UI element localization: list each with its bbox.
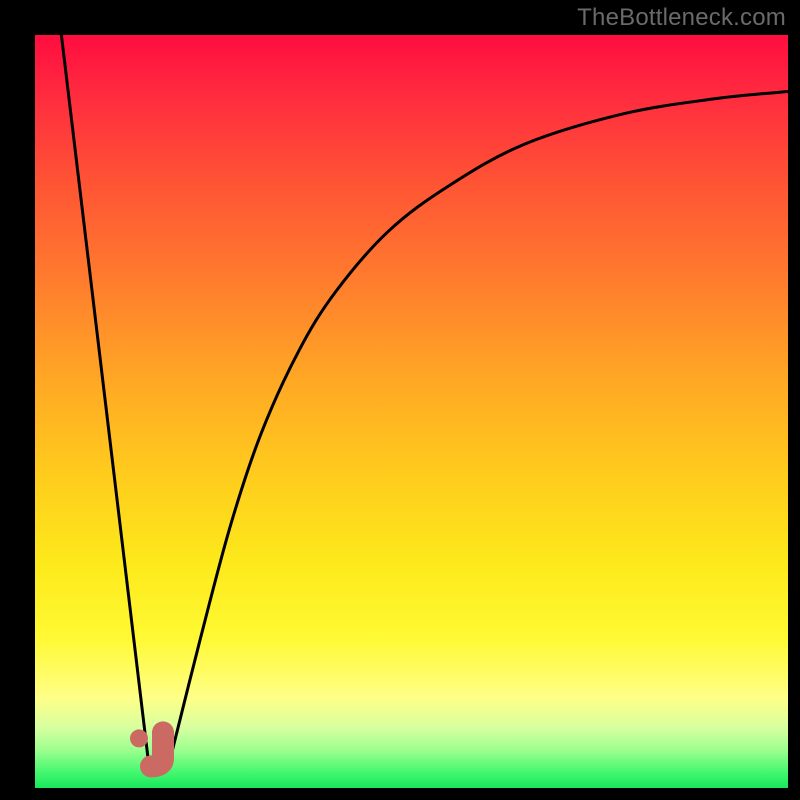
chart-svg (35, 35, 788, 788)
marker-dot-icon (130, 729, 148, 747)
plot-area (35, 35, 788, 788)
curve-right-branch (171, 92, 789, 758)
marker-hook-icon (151, 732, 163, 766)
watermark-text: TheBottleneck.com (577, 4, 786, 32)
chart-frame: TheBottleneck.com (0, 0, 800, 800)
curve-left-branch (61, 35, 148, 758)
